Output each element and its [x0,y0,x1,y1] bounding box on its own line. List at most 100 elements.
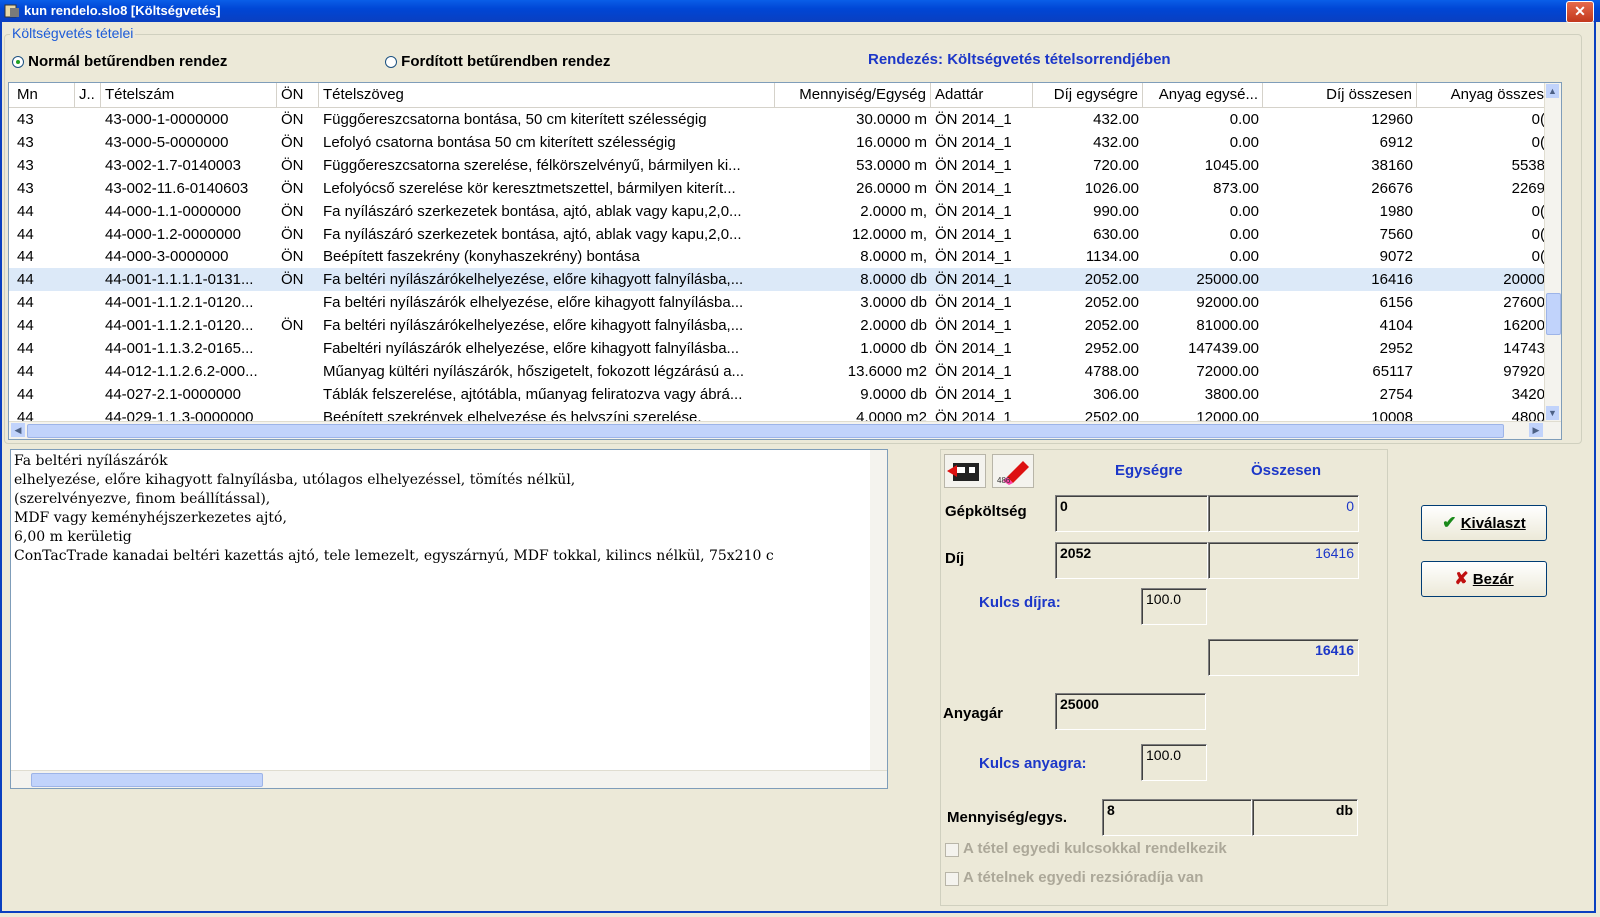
menny-field[interactable]: 8 [1102,799,1252,836]
table-cell: 53.0000 m [856,156,927,174]
app-icon [4,4,19,18]
scroll-thumb[interactable] [1546,293,1561,335]
table-row[interactable]: 43 43-002-11.6-0140603 ÖN Lefolyócső szerel… [9,177,1549,200]
close-button[interactable]: ✘ Bezár [1421,561,1547,597]
menny-unit-field[interactable]: db [1252,799,1358,836]
description-line: (szerelvényezve, finom beállítással), [14,491,271,507]
kulcs-anyag-field[interactable]: 100.0 [1141,744,1207,781]
table-cell: Fa beltéri nyílászárókelhelyezése, előre… [323,271,744,289]
description-textarea[interactable]: Fa beltéri nyílászárók elhelyezése, előre… [10,449,888,789]
col-dij-osszesen[interactable]: Díj összesen [1263,83,1417,107]
table-cell: 38160 [1371,156,1413,174]
scroll-up-icon[interactable]: ▲ [1546,84,1559,98]
table-cell: 44 [17,317,34,335]
table-cell: 44 [17,225,34,243]
table-cell [75,383,101,406]
table-cell: 4104 [1379,317,1413,335]
table-cell: Függőereszcsatorna bontása, 50 cm kiterí… [323,111,707,128]
items-table[interactable]: Mn J.. Tételszám ÖN Tételszöveg Mennyisé… [8,82,1562,440]
table-cell: 0.00 [1229,248,1259,266]
unique-keys-checkbox[interactable] [945,843,959,857]
description-scroll-thumb[interactable] [31,773,263,787]
gep-total-field[interactable]: 0 [1208,495,1359,532]
table-cell [277,291,319,314]
x-icon: ✘ [1454,569,1469,588]
transfer-button[interactable] [944,454,986,488]
table-row[interactable]: 44 44-012-1.1.2.6.2-000... Műanyag kültéri… [9,360,1549,383]
description-text: Fa beltéri nyílászárók elhelyezése, előre… [14,452,864,566]
table-row[interactable]: 44 44-000-1.1-0000000 ÖN Fa nyílászáró szer… [9,200,1549,223]
table-cell: 72000.00 [1196,362,1259,380]
table-row[interactable]: 44 44-001-1.1.2.1-0120... ÖN Fa beltéri nyí… [9,314,1549,337]
table-row[interactable]: 44 44-000-3-0000000 ÖN Beépített faszekrény… [9,245,1549,268]
table-horizontal-scrollbar[interactable]: ◀ ▶ [9,421,1561,439]
table-cell: 43 [17,133,34,151]
table-row[interactable]: 43 43-002-1.7-0140003 ÖN Függőereszcsatorna… [9,154,1549,177]
kulcs-dij-field[interactable]: 100.0 [1141,588,1207,625]
table-cell: 4788.00 [1084,362,1139,380]
table-cell: 5538 [1511,156,1545,174]
table-cell: Függőereszcsatorna szerelése, félkörszel… [323,156,741,174]
col-tetelszam[interactable]: Tételszám [101,83,277,107]
col-anyag-osszesen[interactable]: Anyag összes [1417,83,1549,107]
table-row[interactable]: 44 44-001-1.1.1.1-0131... ÖN Fa beltéri nyí… [9,268,1549,292]
table-cell: 2269 [1511,179,1545,197]
select-button-label: Kiválaszt [1460,515,1526,532]
table-cell: 81000.00 [1196,317,1259,335]
scroll-left-icon[interactable]: ◀ [11,423,25,437]
table-cell [75,200,101,223]
col-j[interactable]: J.. [75,83,101,107]
table-row[interactable]: 43 43-000-1-0000000 ÖN Függőereszcsatorna b… [9,108,1549,131]
table-cell: 2952.00 [1084,340,1139,357]
table-row[interactable]: 44 44-027-2.1-0000000 Táblák felszerelése,… [9,383,1549,406]
table-cell: ÖN 2014_1 [935,179,1012,197]
gep-unit-field[interactable]: 0 [1055,495,1208,532]
table-cell: 44-000-1.1-0000000 [105,202,241,220]
scroll-thumb-horizontal[interactable] [27,424,1504,438]
sort-normal-option[interactable]: Normál betűrendben rendez [12,53,227,70]
table-cell: ÖN 2014_1 [935,133,1012,151]
col-on[interactable]: ÖN [277,83,319,107]
table-cell: 2052.00 [1084,271,1139,289]
table-cell: 8.0000 m, [860,248,927,266]
table-row[interactable]: 43 43-000-5-0000000 ÖN Lefolyó csatorna bon… [9,131,1549,154]
table-row[interactable]: 44 44-000-1.2-0000000 ÖN Fa nyílászáró szer… [9,223,1549,246]
table-cell: 9072 [1379,248,1413,266]
select-button[interactable]: ✔ Kiválaszt [1421,505,1547,541]
scroll-down-icon[interactable]: ▼ [1546,406,1559,420]
table-cell [75,291,101,314]
col-adattar[interactable]: Adattár [931,83,1033,107]
table-row[interactable]: 44 44-001-1.1.3.2-0165... Fabeltéri nyílás… [9,337,1549,360]
col-tetelszoveg[interactable]: Tételszöveg [319,83,775,107]
description-horizontal-scrollbar[interactable] [11,770,887,788]
radio-normal-sort[interactable] [12,56,24,69]
col-anyag-egysegre[interactable]: Anyag egysé... [1143,83,1263,107]
dij-total-keyed-field[interactable]: 16416 [1208,639,1359,676]
table-cell: 97920 [1503,362,1545,380]
sort-reverse-option[interactable]: Fordított betűrendben rendez [385,53,610,70]
table-cell: 25000.00 [1196,271,1259,289]
description-vertical-scrollbar[interactable] [870,450,887,770]
table-cell: 44 [17,271,34,289]
dij-total-field[interactable]: 16416 [1208,542,1359,579]
table-row[interactable]: 44 44-001-1.1.2.1-0120... Fa beltéri nyílá… [9,291,1549,314]
radio-reverse-sort[interactable] [385,56,397,69]
unique-rate-checkbox[interactable] [945,872,959,886]
table-cell: 44-000-1.2-0000000 [105,225,241,243]
table-cell: ÖN 2014_1 [935,362,1012,380]
scroll-right-icon[interactable]: ▶ [1529,423,1543,437]
close-window-button[interactable]: ✕ [1566,1,1594,23]
col-dij-egysegre[interactable]: Díj egységre [1033,83,1143,107]
anyag-unit-field[interactable]: 25000 [1055,693,1206,730]
description-line: elhelyezése, előre kihagyott falnyílásba… [14,472,576,488]
col-mennyiseg[interactable]: Mennyiség/Egység [775,83,931,107]
col-mn[interactable]: Mn [13,83,75,107]
table-vertical-scrollbar[interactable]: ▲ ▼ [1544,83,1561,421]
table-cell: 43 [17,111,34,128]
table-cell: 9.0000 db [860,385,927,403]
edit-button[interactable]: 486 [992,454,1034,488]
table-cell: ÖN [281,156,304,174]
table-cell: 43 [17,156,34,174]
dij-unit-field[interactable]: 2052 [1055,542,1208,579]
table-cell: 65117 [1372,362,1413,380]
